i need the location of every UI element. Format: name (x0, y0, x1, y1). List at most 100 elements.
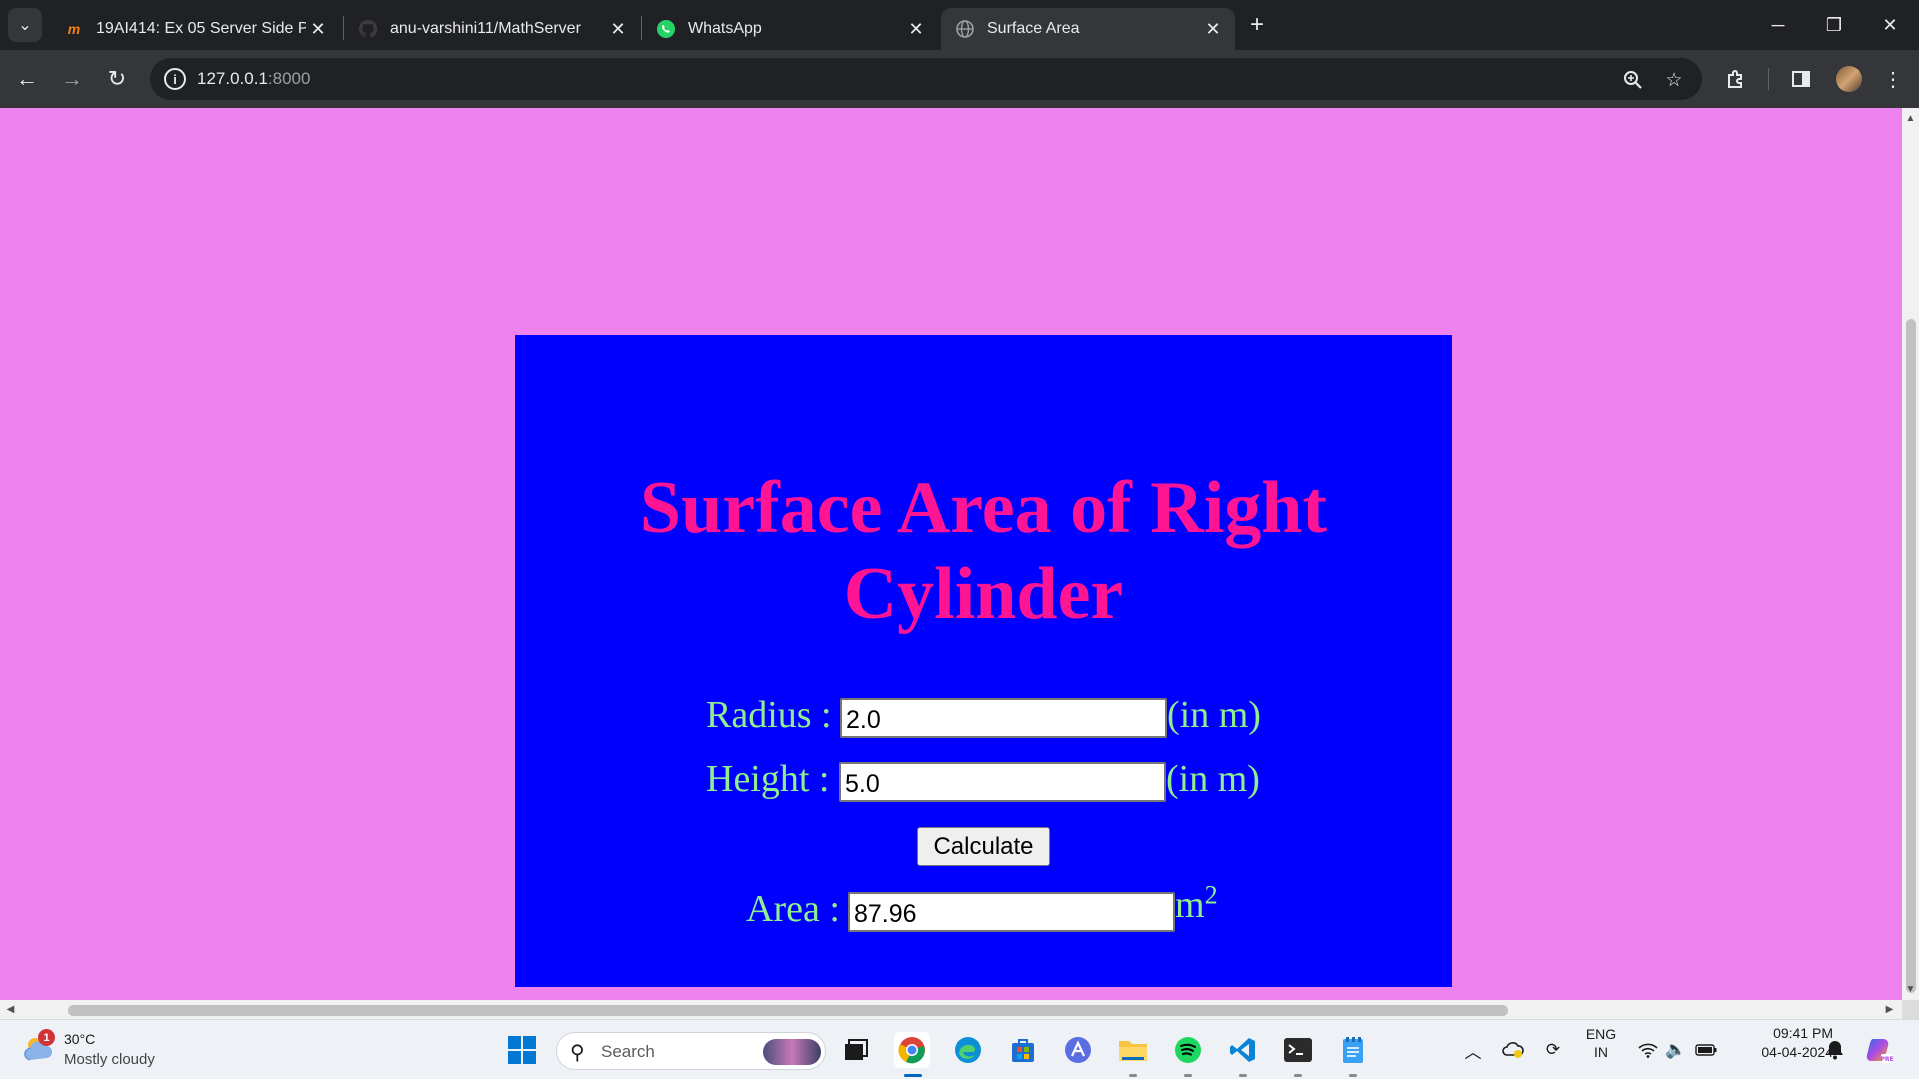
minimize-button[interactable]: ─ (1750, 0, 1806, 50)
weather-temperature: 30°C (64, 1031, 96, 1047)
weather-alert-badge: 1 (38, 1029, 55, 1046)
reload-icon: ↻ (107, 66, 127, 91)
copilot-app-icon[interactable] (1060, 1032, 1096, 1068)
height-input[interactable] (839, 762, 1166, 802)
tab-strip: ⌄ m 19AI414: Ex 05 Server Side Proc ✕ an… (0, 0, 1919, 50)
app-open-indicator (1294, 1074, 1302, 1077)
app-open-indicator (1129, 1074, 1137, 1077)
url-text[interactable]: 127.0.0.1:8000 (197, 69, 310, 89)
whatsapp-icon (656, 19, 676, 39)
taskbar-search[interactable]: ⚲ Search (556, 1032, 826, 1070)
radius-label: Radius : (706, 694, 832, 736)
plus-icon: + (1249, 11, 1264, 38)
volume-icon[interactable]: 🔈 (1664, 1038, 1688, 1062)
scroll-down-icon[interactable]: ▼ (1902, 981, 1919, 998)
vertical-scroll-thumb[interactable] (1906, 319, 1916, 993)
tab-title: anu-varshini11/MathServer (390, 20, 581, 37)
copilot-icon[interactable]: PRE (1862, 1032, 1898, 1068)
scroll-up-icon[interactable]: ▲ (1902, 110, 1919, 127)
new-tab-button[interactable]: + (1242, 10, 1272, 40)
forward-button[interactable]: → (54, 61, 90, 97)
zoom-icon[interactable] (1620, 67, 1646, 93)
url-port: :8000 (267, 69, 311, 88)
tab-moodle[interactable]: m 19AI414: Ex 05 Server Side Proc ✕ (50, 8, 340, 50)
close-window-button[interactable]: ✕ (1862, 0, 1918, 50)
terminal-app-icon[interactable] (1280, 1032, 1316, 1068)
height-label: Height : (706, 758, 830, 800)
address-bar[interactable]: i 127.0.0.1:8000 ☆ (150, 58, 1702, 100)
show-hidden-icons-chevron-up-icon[interactable]: ︿ (1461, 1038, 1485, 1062)
tab-whatsapp[interactable]: WhatsApp ✕ (642, 8, 938, 50)
radius-unit: (in m) (1167, 694, 1261, 736)
horizontal-scroll-thumb[interactable] (68, 1005, 1508, 1016)
area-label: Area : (746, 888, 840, 930)
arrow-right-icon: → (61, 66, 83, 91)
reload-button[interactable]: ↻ (99, 61, 135, 97)
app-open-indicator (1239, 1074, 1247, 1077)
scroll-right-icon[interactable]: ▶ (1880, 1000, 1899, 1019)
search-icon: ⚲ (570, 1042, 585, 1064)
area-unit: m2 (1175, 882, 1218, 927)
extensions-icon[interactable] (1720, 63, 1752, 95)
notepad-app-icon[interactable] (1335, 1032, 1371, 1068)
input-region[interactable]: IN (1584, 1044, 1618, 1060)
site-info-icon[interactable]: i (164, 68, 186, 90)
task-view-icon[interactable] (838, 1032, 874, 1068)
arrow-left-icon: ← (16, 66, 38, 91)
globe-icon (955, 19, 975, 39)
moodle-icon: m (67, 21, 81, 37)
vscode-app-icon[interactable] (1225, 1032, 1261, 1068)
close-icon[interactable]: ✕ (904, 17, 928, 41)
restore-button[interactable]: ❐ (1806, 0, 1862, 50)
close-icon: ✕ (1882, 14, 1898, 35)
weather-description: Mostly cloudy (64, 1051, 155, 1068)
calculator-card: Surface Area of Right Cylinder Radius : … (515, 335, 1452, 987)
github-icon (358, 19, 378, 39)
close-icon[interactable]: ✕ (306, 17, 330, 41)
bookmark-star-icon[interactable]: ☆ (1661, 67, 1687, 93)
chrome-app-icon[interactable] (894, 1032, 930, 1068)
file-explorer-icon[interactable] (1115, 1032, 1151, 1068)
microsoft-store-icon[interactable] (1005, 1032, 1041, 1068)
scroll-left-icon[interactable]: ◀ (1, 1000, 20, 1019)
wifi-icon[interactable] (1636, 1038, 1660, 1062)
height-unit: (in m) (1166, 758, 1260, 800)
tab-title: WhatsApp (688, 20, 762, 37)
tab-github[interactable]: anu-varshini11/MathServer ✕ (344, 8, 640, 50)
page-viewport: Surface Area of Right Cylinder Radius : … (0, 108, 1902, 1000)
tab-title: Surface Area (987, 20, 1080, 37)
edge-app-icon[interactable] (950, 1032, 986, 1068)
close-icon[interactable]: ✕ (606, 17, 630, 41)
chevron-down-icon: ⌄ (18, 17, 32, 34)
area-output[interactable] (848, 892, 1175, 932)
notification-bell-icon[interactable] (1823, 1038, 1847, 1062)
app-open-indicator (1184, 1074, 1192, 1077)
input-language[interactable]: ENG (1584, 1026, 1618, 1042)
back-button[interactable]: ← (9, 61, 45, 97)
url-host: 127.0.0.1 (197, 69, 268, 88)
tab-surface-area[interactable]: Surface Area ✕ (941, 8, 1235, 50)
tab-search-button[interactable]: ⌄ (8, 8, 42, 42)
onedrive-warning-icon[interactable] (1501, 1038, 1525, 1062)
browser-toolbar: ← → ↻ i 127.0.0.1:8000 ☆ ⋮ (0, 50, 1919, 108)
taskbar: 1 30°C Mostly cloudy ⚲ Search ︿ ⟳ ENG IN… (0, 1019, 1919, 1079)
restore-icon: ❐ (1825, 14, 1843, 35)
clock-date[interactable]: 04-04-2024 (1733, 1044, 1833, 1060)
close-icon[interactable]: ✕ (1201, 17, 1225, 41)
calculate-button[interactable]: Calculate (917, 827, 1050, 866)
spotify-app-icon[interactable] (1170, 1032, 1206, 1068)
horizontal-scrollbar[interactable]: ◀ ▶ (0, 1000, 1902, 1019)
start-button[interactable] (504, 1032, 540, 1068)
clock-time[interactable]: 09:41 PM (1733, 1025, 1833, 1041)
search-highlight-image (763, 1039, 821, 1065)
radius-input[interactable] (840, 698, 1167, 738)
active-app-indicator (904, 1074, 922, 1077)
windows-logo-icon (508, 1036, 536, 1064)
vertical-scrollbar[interactable]: ▲ ▼ (1902, 108, 1919, 1000)
profile-avatar[interactable] (1836, 66, 1862, 92)
battery-icon[interactable] (1694, 1038, 1718, 1062)
side-panel-icon[interactable] (1785, 63, 1817, 95)
minimize-icon: ─ (1771, 14, 1785, 35)
more-menu-icon[interactable]: ⋮ (1877, 63, 1909, 95)
sync-icon[interactable]: ⟳ (1541, 1038, 1565, 1062)
